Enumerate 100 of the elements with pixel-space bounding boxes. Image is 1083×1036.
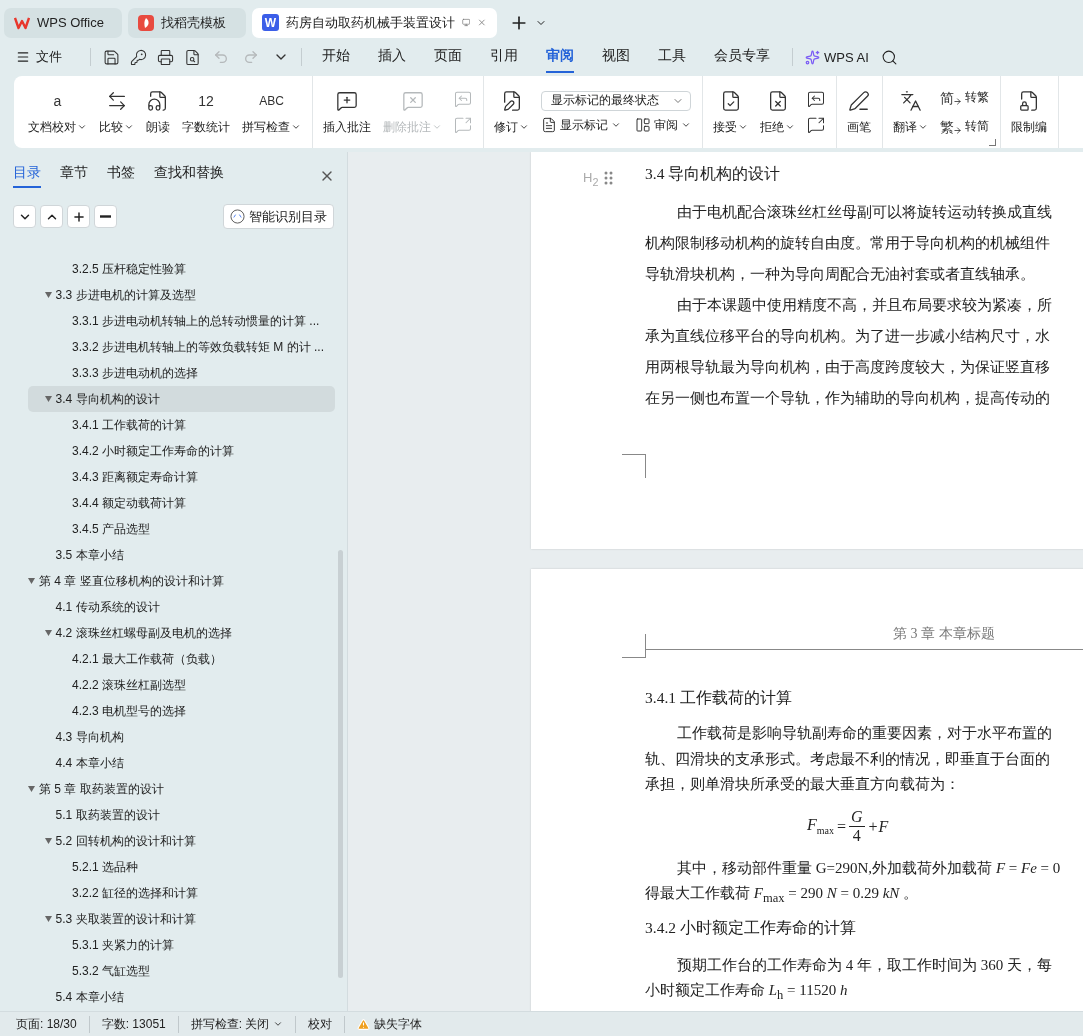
toc-item[interactable]: 3.3 步进电机的计算及选型 <box>28 282 335 308</box>
toc-item[interactable]: 3.4.5 产品选型 <box>28 516 335 542</box>
status-text: 页面: 18/30 <box>16 1015 77 1033</box>
status-item[interactable]: 缺失字体 <box>357 1015 435 1033</box>
ribbon-button[interactable]: 朗读 <box>146 88 170 136</box>
paragraph-line: 预期工作台的工作寿命为 4 年，取工作时间为 360 天，每 <box>676 955 1053 975</box>
add-button[interactable] <box>67 205 90 228</box>
ribbon-button[interactable]: a 文档校对 <box>28 88 87 136</box>
scrollbar[interactable] <box>338 550 343 978</box>
glyph-icon: 12 <box>198 93 214 108</box>
ribbon-button[interactable]: ABC 拼写检查 <box>242 88 301 136</box>
expand-arrow-icon[interactable] <box>44 838 52 844</box>
remove-button[interactable] <box>94 205 117 228</box>
toc-item[interactable]: 3.4 导向机构的设计 <box>28 386 335 412</box>
toc-item[interactable]: 5.3 夹取装置的设计和计算 <box>28 906 335 932</box>
toc-item[interactable]: 3.5 本章小结 <box>28 542 335 568</box>
ribbon-button[interactable]: 画笔 <box>847 88 871 136</box>
drag-handle-icon[interactable] <box>604 171 613 185</box>
toc-item[interactable]: 5.4 本章小结 <box>28 984 335 1010</box>
toc-item[interactable]: 4.2 滚珠丝杠螺母副及电机的选择 <box>28 620 335 646</box>
next-comment-icon[interactable] <box>807 116 825 134</box>
expand-arrow-icon[interactable] <box>28 578 35 584</box>
toc-item[interactable]: 4.4 本章小结 <box>28 750 335 776</box>
ribbon-tab[interactable]: 审阅 <box>546 41 574 73</box>
ribbon-button[interactable]: 翻译 <box>893 88 928 136</box>
toc-item[interactable]: 5.2 回转机构的设计和计算 <box>28 828 335 854</box>
toc-item[interactable]: 4.3 导向机构 <box>28 724 335 750</box>
ribbon-button[interactable]: 拒绝 <box>760 88 795 136</box>
browser-tab[interactable]: WPS Office <box>4 7 122 38</box>
toc-item[interactable]: 第 4 章 竖直位移机构的设计和计算 <box>28 568 335 594</box>
panel-tab[interactable]: 目录 <box>13 164 41 188</box>
key-icon[interactable] <box>130 48 147 66</box>
caret-icon <box>291 122 301 132</box>
ribbon-tab[interactable]: 工具 <box>658 41 686 73</box>
ribbon-button[interactable]: 繁 转简 <box>940 118 989 135</box>
panel-tab[interactable]: 书签 <box>107 164 135 188</box>
toc-item[interactable]: 3.3.3 步进电动机的选择 <box>28 360 335 386</box>
toc-item[interactable]: 4.2.3 电机型号的选择 <box>28 698 335 724</box>
circle-icon <box>230 209 245 224</box>
ribbon-tab[interactable]: 开始 <box>322 41 350 73</box>
expand-arrow-icon[interactable] <box>28 786 35 792</box>
browser-tab[interactable]: 找稻壳模板 <box>128 7 246 38</box>
toc-item[interactable]: 4.1 传动系统的设计 <box>28 594 335 620</box>
collapse-button[interactable] <box>13 205 36 228</box>
ai-button[interactable]: WPS AI <box>805 49 869 65</box>
toc-item[interactable]: 3.2.5 压杆稳定性验算 <box>28 256 335 282</box>
previous-comment-icon[interactable] <box>807 90 825 108</box>
ribbon-tab[interactable]: 引用 <box>490 41 518 73</box>
paragraph-line: 承担，则单滑块所承受的最大垂直方向载荷为： <box>645 775 961 794</box>
search-icon[interactable] <box>880 48 898 66</box>
expand-arrow-icon[interactable] <box>44 916 52 922</box>
print-icon[interactable] <box>157 48 174 66</box>
markup-select[interactable]: 显示标记的最终状态 <box>541 90 691 111</box>
ribbon-tab[interactable]: 插入 <box>378 41 406 73</box>
smart-toc-button[interactable]: 智能识别目录 <box>223 204 334 229</box>
ribbon-button[interactable]: 比较 <box>99 88 134 136</box>
toc-item[interactable]: 5.3.1 夹紧力的计算 <box>28 932 335 958</box>
toc-item[interactable]: 3.4.2 小时额定工作寿命的计算 <box>28 438 335 464</box>
ribbon-button[interactable]: 简 转繁 <box>940 89 989 106</box>
status-item[interactable]: 拼写检查: 关闭 <box>190 1015 297 1033</box>
toc-item[interactable]: 5.3.2 气缸选型 <box>28 958 335 984</box>
toc-item[interactable]: 3.3.2 步进电机转轴上的等效负载转矩 M 的计 ... <box>28 334 335 360</box>
ribbon-button[interactable]: 修订 <box>494 88 529 136</box>
ribbon-button[interactable]: 审阅 <box>635 116 691 134</box>
toc-item[interactable]: 3.4.4 额定动载荷计算 <box>28 490 335 516</box>
ribbon-button[interactable]: 限制编 <box>1011 88 1047 136</box>
ribbon-button[interactable]: 插入批注 <box>323 88 371 136</box>
toc-item[interactable]: 5.2.1 选品种 <box>28 854 335 880</box>
expand-arrow-icon[interactable] <box>44 630 52 636</box>
save-icon[interactable] <box>103 48 120 66</box>
toc-item[interactable]: 3.4.1 工作载荷的计算 <box>28 412 335 438</box>
panel-tab[interactable]: 章节 <box>60 164 88 188</box>
monitor-icon[interactable] <box>462 16 471 29</box>
toc-item[interactable]: 4.2.1 最大工作载荷（负载） <box>28 646 335 672</box>
toc-item[interactable]: 3.3.1 步进电动机转轴上的总转动惯量的计算 ... <box>28 308 335 334</box>
ribbon-button[interactable]: 显示标记 <box>541 116 621 134</box>
expand-button[interactable] <box>40 205 63 228</box>
print-preview-icon[interactable] <box>184 48 201 66</box>
toc-item[interactable]: 5.1 取药装置的设计 <box>28 802 335 828</box>
expand-arrow-icon[interactable] <box>44 292 52 298</box>
expand-arrow-icon[interactable] <box>44 396 52 402</box>
toc-item[interactable]: 3.4.3 距离额定寿命计算 <box>28 464 335 490</box>
margin-mark <box>622 454 646 478</box>
ribbon-tab[interactable]: 页面 <box>434 41 462 73</box>
panel-tab[interactable]: 查找和替换 <box>154 164 224 188</box>
toc-item[interactable]: 第 5 章 取药装置的设计 <box>28 776 335 802</box>
toc-item[interactable]: 3.2.2 缸径的选择和计算 <box>28 880 335 906</box>
paragraph-line: 在另一侧也布置一个导轨，作为辅助的导向机构，提高传动的 <box>645 389 1051 408</box>
ribbon-button[interactable]: 接受 <box>713 88 748 136</box>
ribbon-tab[interactable]: 会员专享 <box>714 41 770 73</box>
dialog-launcher-icon[interactable] <box>989 139 996 146</box>
caret-icon <box>738 122 748 132</box>
logo-icon <box>138 14 154 31</box>
browser-tab[interactable]: W 药房自动取药机械手装置设计 <box>252 7 497 38</box>
glyph-icon: ABC <box>259 94 284 107</box>
ribbon-button[interactable]: 12 字数统计 <box>182 88 230 136</box>
file-menu[interactable]: 文件 <box>16 48 62 66</box>
toc-item[interactable]: 4.2.2 滚珠丝杠副选型 <box>28 672 335 698</box>
glyph-icon: 繁 <box>940 119 954 134</box>
ribbon-tab[interactable]: 视图 <box>602 41 630 73</box>
